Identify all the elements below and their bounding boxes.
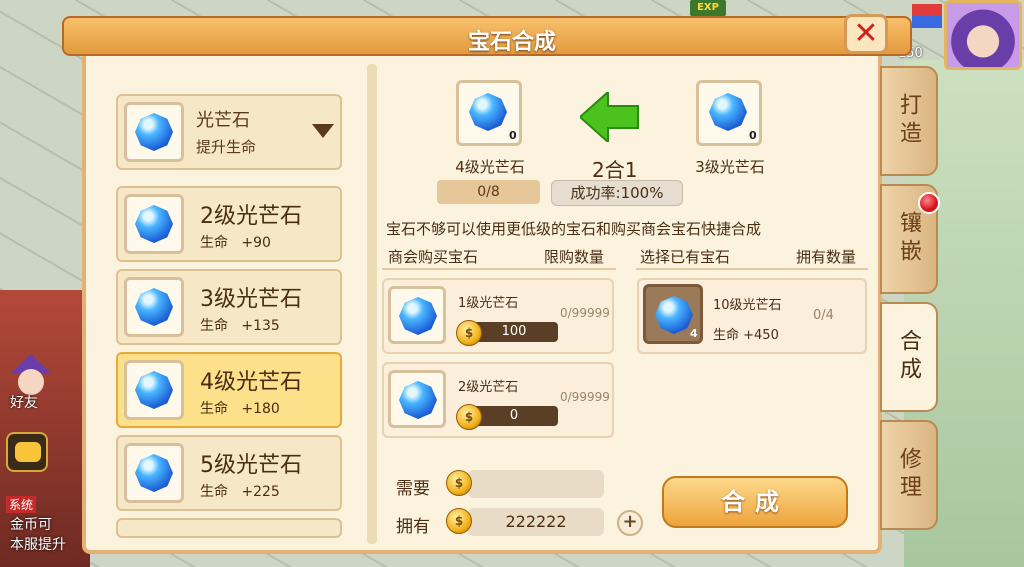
tab-combine[interactable]: 合成: [880, 302, 938, 412]
gold-coin-icon: $: [456, 320, 482, 346]
gem-list-item-partial[interactable]: [116, 518, 342, 538]
owned-header: 选择已有宝石: [640, 248, 731, 266]
tab-repair[interactable]: 修理: [880, 420, 938, 530]
add-gold-button[interactable]: +: [617, 510, 643, 536]
tab-forge[interactable]: 打造: [880, 66, 938, 176]
system-message: 金币可: [10, 517, 52, 533]
gold-coin-icon: $: [446, 470, 472, 496]
shop-item-price: 0: [470, 406, 558, 426]
gem-slot: [388, 370, 446, 428]
gem-slot: 4: [643, 284, 703, 344]
need-value: [468, 470, 604, 498]
gem-list-item-name: 5级光芒石: [200, 453, 302, 478]
gem-list-item-name: 3级光芒石: [200, 287, 302, 312]
gem-slot: [124, 443, 184, 503]
shop-item-price: 100: [470, 322, 558, 342]
blue-gem-icon: [135, 454, 173, 492]
success-rate: 成功率:100%: [551, 180, 683, 206]
gem-list-item[interactable]: 3级光芒石 生命 +135: [116, 269, 342, 345]
blue-gem-icon: [399, 381, 437, 419]
owned-gem-count: 0/4: [813, 308, 834, 323]
owned-gem-item[interactable]: 4 10级光芒石 0/4 生命 +450: [637, 278, 867, 354]
owned-gem-badge: 4: [690, 327, 698, 340]
system-message: 本服提升: [10, 537, 66, 553]
have-value: 222222: [468, 508, 604, 536]
chevron-down-icon[interactable]: [312, 124, 334, 138]
owned-gem-name: 10级光芒石: [713, 298, 782, 313]
source-gem-name: 3级光芒石: [695, 158, 765, 176]
gem-type-attr: 提升生命: [196, 138, 257, 156]
close-button[interactable]: ✕: [844, 14, 888, 54]
source-gem-slot[interactable]: 0: [696, 80, 762, 146]
gem-list-item[interactable]: 2级光芒石 生命 +90: [116, 186, 342, 262]
friend-label[interactable]: 好友: [10, 392, 38, 412]
blue-gem-icon: [399, 297, 437, 335]
target-gem-slot[interactable]: 0: [456, 80, 522, 146]
gem-list-item-name: 4级光芒石: [200, 370, 302, 395]
gem-list-item[interactable]: 5级光芒石 生命 +225: [116, 435, 342, 511]
target-gem-count: 0: [509, 129, 517, 142]
gem-list-item-attr: 生命 +225: [200, 484, 280, 500]
gem-type-name: 光芒石: [196, 110, 250, 131]
shop-item-name: 2级光芒石: [458, 380, 519, 395]
blue-gem-icon: [655, 296, 693, 334]
divider-line: [636, 268, 868, 270]
combine-hint: 宝石不够可以使用更低级的宝石和购买商会宝石快捷合成: [386, 220, 762, 238]
gem-slot: [124, 360, 184, 420]
green-arrow-left-icon: [580, 92, 639, 142]
shop-item-name: 1级光芒石: [458, 296, 519, 311]
gem-list-item-name: 2级光芒石: [200, 204, 302, 229]
gem-list-item-selected[interactable]: 4级光芒石 生命 +180: [116, 352, 342, 428]
blue-gem-icon: [135, 371, 173, 409]
gem-slot: [388, 286, 446, 344]
shop-limit-header: 限购数量: [544, 248, 605, 266]
blue-gem-icon: [135, 113, 173, 151]
panel-divider: [367, 64, 377, 544]
divider-line: [382, 268, 616, 270]
gem-slot: [124, 102, 184, 162]
blue-gem-icon: [135, 205, 173, 243]
gem-list-item-attr: 生命 +180: [200, 401, 280, 417]
gem-list-item-attr: 生命 +135: [200, 318, 280, 334]
blue-gem-icon: [469, 93, 507, 131]
chat-button[interactable]: [6, 432, 48, 472]
gem-slot: [124, 194, 184, 254]
shop-item-limit: 0/99999: [560, 390, 610, 404]
blue-gem-icon: [135, 288, 173, 326]
notification-dot: [918, 192, 940, 214]
need-label: 需要: [396, 479, 430, 499]
owned-count-header: 拥有数量: [796, 248, 857, 266]
gem-slot: [124, 277, 184, 337]
gold-coin-icon: $: [446, 508, 472, 534]
source-gem-count: 0: [749, 129, 757, 142]
combine-button[interactable]: 合成: [662, 476, 848, 528]
chat-bubble-icon: [15, 442, 41, 462]
shop-item[interactable]: 2级光芒石 0/99999 0 $: [382, 362, 614, 438]
have-label: 拥有: [396, 517, 430, 537]
material-progress: 0/8: [437, 180, 540, 204]
shop-item-limit: 0/99999: [560, 306, 610, 320]
owned-gem-attr: 生命 +450: [713, 328, 779, 343]
gem-list-item-attr: 生命 +90: [200, 235, 271, 251]
blue-gem-icon: [709, 93, 747, 131]
exp-label: EXP: [690, 0, 726, 16]
shop-item[interactable]: 1级光芒石 0/99999 100 $: [382, 278, 614, 354]
gold-coin-icon: $: [456, 404, 482, 430]
combine-formula: 2合1: [592, 158, 638, 182]
shop-header: 商会购买宝石: [388, 248, 479, 266]
target-gem-name: 4级光芒石: [455, 158, 525, 176]
system-tag: 系统: [6, 496, 37, 513]
